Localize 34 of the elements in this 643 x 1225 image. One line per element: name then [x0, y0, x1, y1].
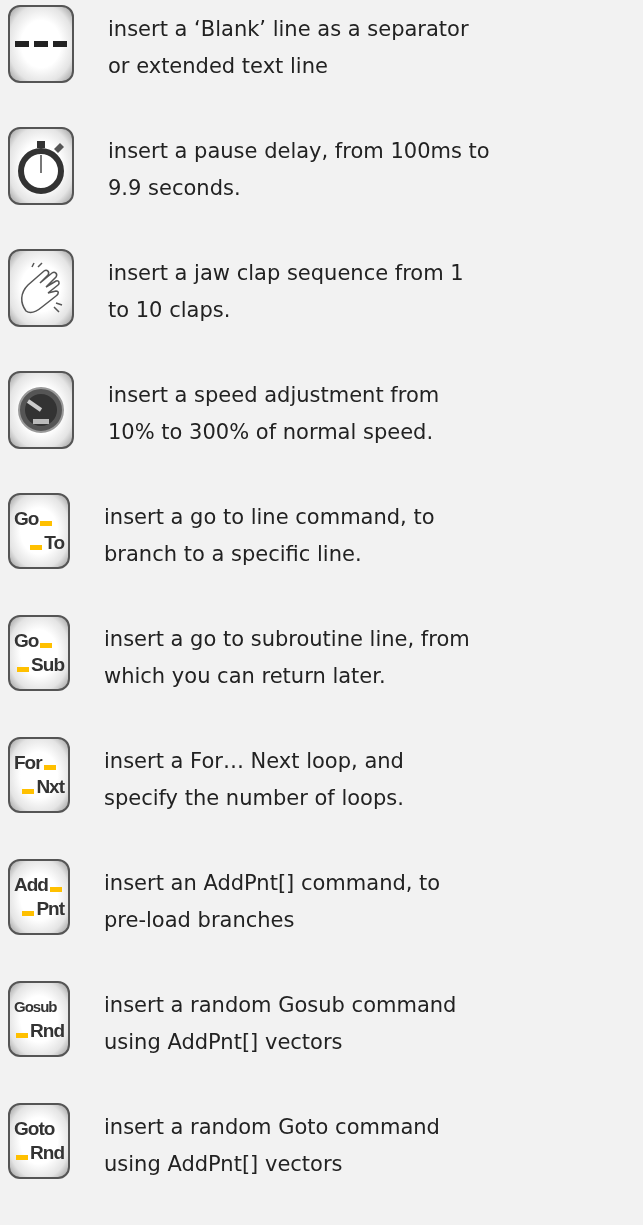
button-label: Go [14, 507, 39, 531]
button-label: Go [14, 629, 39, 653]
dashes-icon [15, 41, 67, 47]
command-button[interactable]: Go To [8, 493, 70, 569]
pause-button[interactable] [8, 127, 74, 205]
button-label: Rnd [30, 1019, 64, 1043]
button-label: To [44, 531, 64, 555]
command-description: insert an AddPnt[] command, to pre-load branches [104, 870, 441, 934]
command-description: insert a ‘Blank’ line as a separator or extended text line [108, 16, 469, 80]
clap-button[interactable] [8, 249, 74, 327]
blank-line-button[interactable] [8, 5, 74, 83]
command-button[interactable]: Add Pnt [8, 859, 70, 935]
command-description: insert a random Gosub command using AddPnt[] vectors [104, 992, 457, 1056]
speedometer-icon [18, 387, 64, 433]
button-label: For [14, 751, 42, 775]
command-description: insert a random Goto command using AddPnt[] vectors [104, 1114, 440, 1178]
button-label: Pnt [36, 897, 64, 921]
command-description: insert a speed adjustment from 10% to 300% of normal speed. [108, 382, 440, 446]
command-button[interactable]: Goto Rnd [8, 1103, 70, 1179]
speed-button[interactable] [8, 371, 74, 449]
button-label: Goto [14, 1117, 55, 1141]
command-button[interactable]: Gosub Rnd [8, 981, 70, 1057]
button-label: Gosub [14, 997, 57, 1017]
button-label: Add [14, 873, 48, 897]
command-description: insert a pause delay, from 100ms to 9.9 seconds. [108, 138, 490, 202]
command-description: insert a For… Next loop, and specify the number of loops. [104, 748, 404, 812]
command-description: insert a go to subroutine line, from which you can return later. [104, 626, 470, 690]
button-label: Sub [31, 653, 64, 677]
button-label: Rnd [30, 1141, 64, 1165]
command-button[interactable]: For Nxt [8, 737, 70, 813]
command-description: insert a jaw clap sequence from 1 to 10 claps. [108, 260, 464, 324]
command-description: insert a go to line command, to branch to a specific line. [104, 504, 435, 568]
command-button[interactable]: Go Sub [8, 615, 70, 691]
button-label: Nxt [36, 775, 64, 799]
